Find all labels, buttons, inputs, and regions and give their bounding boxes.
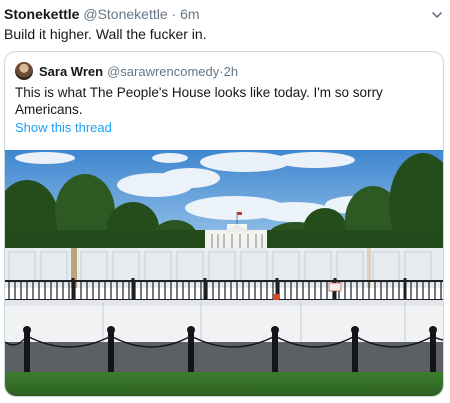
handle[interactable]: @Stonekettle bbox=[83, 6, 167, 22]
iron-fence bbox=[5, 278, 443, 302]
quoted-tweet-header: Sara Wren @sarawrencomedy · 2h bbox=[15, 62, 238, 80]
tweet[interactable]: Stonekettle @Stonekettle · 6m Build it h… bbox=[0, 0, 450, 403]
sign bbox=[328, 282, 342, 292]
show-thread-link[interactable]: Show this thread bbox=[15, 120, 112, 135]
separator: · bbox=[171, 6, 177, 22]
display-name[interactable]: Stonekettle bbox=[4, 6, 79, 22]
tweet-text: Build it higher. Wall the fucker in. bbox=[4, 26, 207, 42]
orange-marker bbox=[273, 294, 279, 300]
timestamp[interactable]: 6m bbox=[180, 6, 199, 22]
grass bbox=[5, 372, 443, 396]
quoted-tweet[interactable]: Sara Wren @sarawrencomedy · 2h This is w… bbox=[4, 51, 444, 397]
quoted-handle[interactable]: @sarawrencomedy bbox=[107, 64, 219, 79]
quoted-timestamp[interactable]: 2h bbox=[224, 64, 238, 79]
quoted-display-name[interactable]: Sara Wren bbox=[39, 64, 103, 79]
chevron-down-icon[interactable] bbox=[430, 8, 444, 22]
jersey-barriers bbox=[5, 300, 443, 342]
tweet-header: Stonekettle @Stonekettle · 6m bbox=[4, 6, 200, 22]
quoted-tweet-text: This is what The People's House looks li… bbox=[15, 85, 383, 117]
avatar[interactable] bbox=[15, 62, 33, 80]
white-house-fence-photo[interactable] bbox=[5, 150, 444, 397]
